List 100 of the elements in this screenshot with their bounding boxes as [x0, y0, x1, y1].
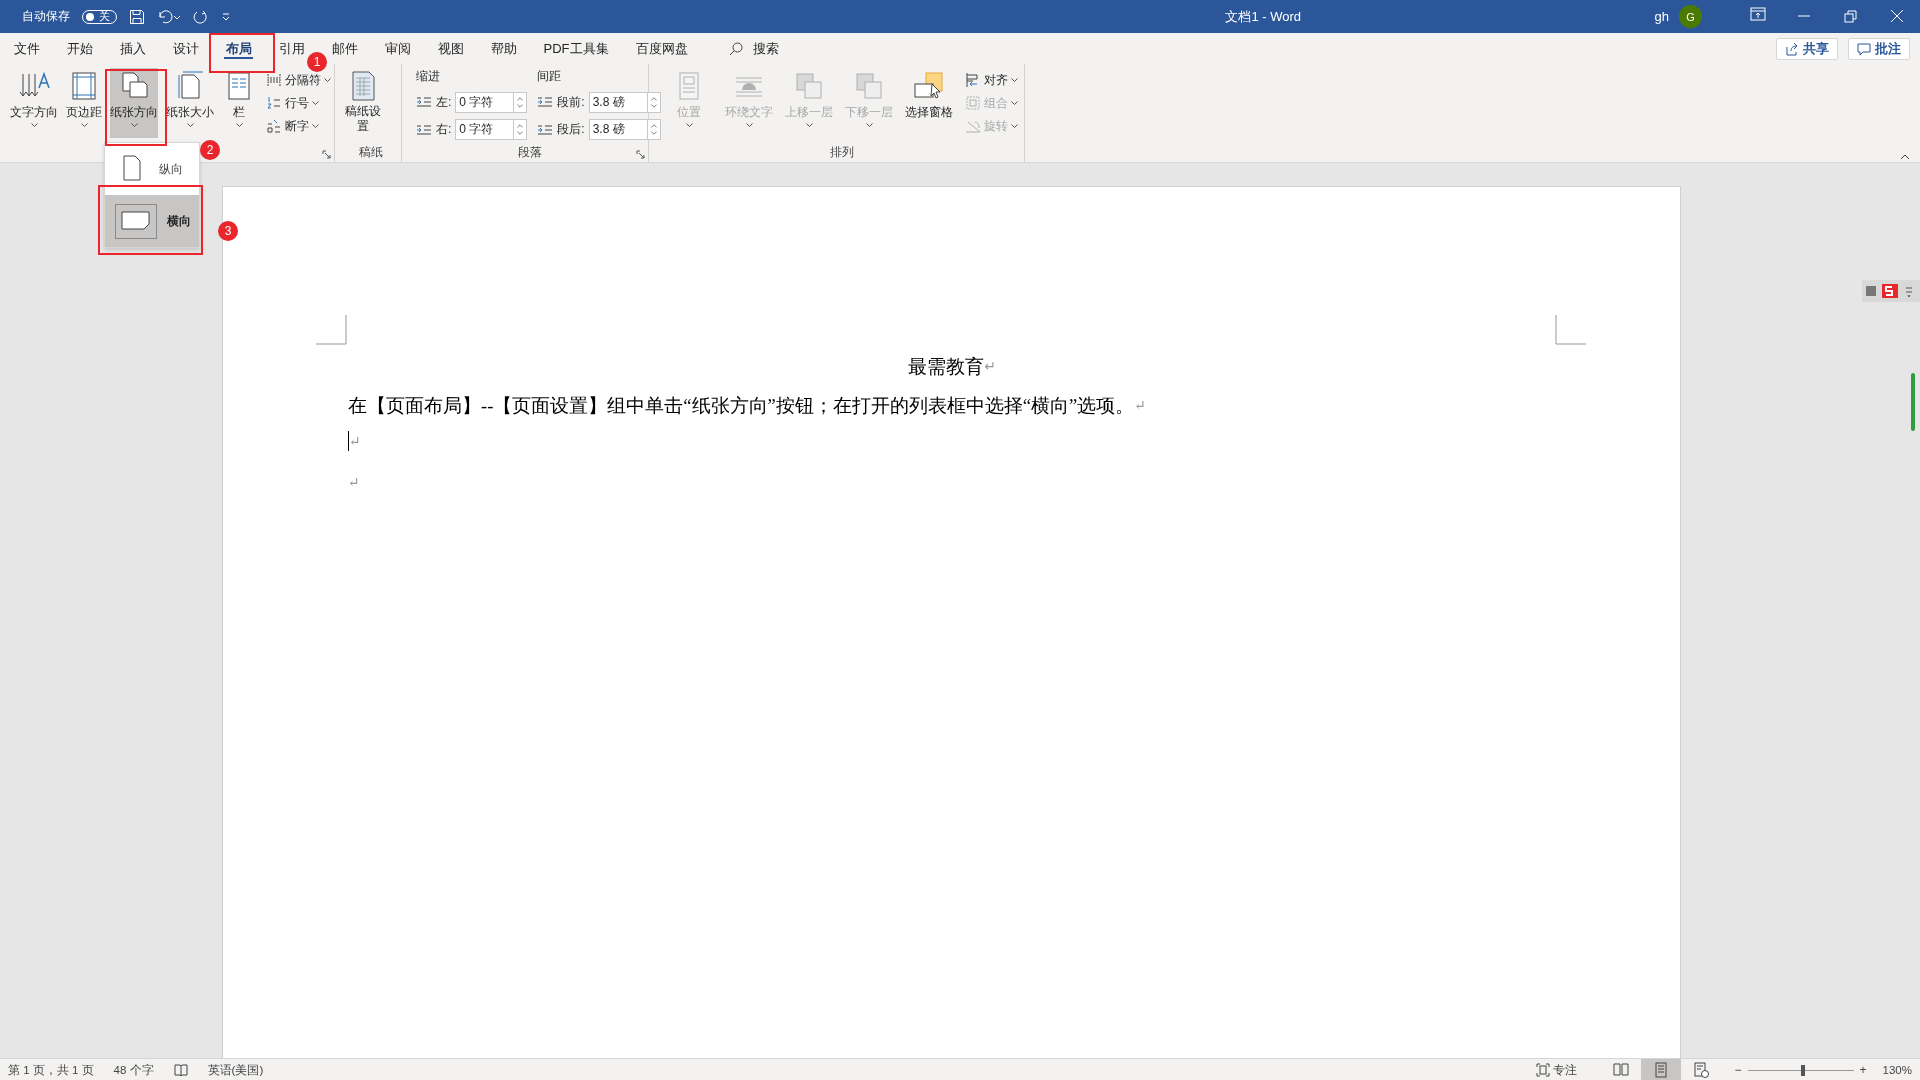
field-icon [537, 122, 554, 137]
menu-item[interactable]: 横向 [105, 195, 199, 247]
ribbon-button[interactable]: 纸张大小 [166, 68, 214, 138]
comment-icon [1857, 41, 1871, 56]
portrait-page-icon [121, 154, 143, 181]
ribbon-tab[interactable]: 设计 [159, 33, 212, 64]
document-heading: 最需教育 [908, 354, 985, 379]
page-count[interactable]: 第 1 页，共 1 页 [8, 1062, 94, 1078]
spacing-label: 间距 [537, 68, 563, 85]
share-icon [1785, 41, 1799, 56]
ribbon-button[interactable]: 栏 [222, 68, 256, 138]
hyphenation-icon [266, 118, 282, 134]
autosave-label: 自动保存 [22, 8, 70, 25]
spin-field[interactable]: 0 字符 [455, 119, 514, 141]
ribbon-button[interactable]: 断字 [264, 116, 333, 136]
caret-icon [312, 101, 319, 105]
caret-icon [1011, 101, 1018, 105]
highlight-frame [209, 33, 275, 73]
ribbon-tab[interactable]: 开始 [53, 33, 106, 64]
field-icon [416, 95, 432, 110]
caret-icon [80, 123, 88, 127]
dialog-launcher-icon[interactable] [636, 150, 645, 159]
save-icon[interactable] [129, 8, 145, 25]
ribbon-tab[interactable]: 布局 [212, 33, 265, 64]
menu-item[interactable]: 纵向 [105, 143, 199, 195]
indent-label: 缩进 [416, 68, 441, 85]
print-view-button[interactable] [1640, 1059, 1681, 1080]
dialog-launcher-icon[interactable] [322, 150, 331, 159]
step-badge: 3 [218, 221, 238, 241]
redo-icon[interactable] [193, 8, 209, 25]
caret-icon [186, 123, 194, 127]
field-icon [537, 95, 554, 110]
ribbon-tab[interactable]: 视图 [424, 33, 477, 64]
search-label[interactable]: 搜索 [753, 39, 779, 58]
zoom-in-button[interactable]: + [1855, 1063, 1871, 1077]
zoom-thumb[interactable] [1800, 1064, 1805, 1076]
spinner-icon[interactable] [513, 91, 528, 113]
paragraph-mark: ↵ [348, 473, 360, 491]
word-count[interactable]: 48 个字 [113, 1062, 154, 1078]
ribbon-button[interactable]: 选择窗格 [903, 68, 955, 138]
caret-icon [745, 123, 753, 127]
spin-field[interactable]: 3.8 磅 [588, 119, 647, 141]
ribbon-button[interactable]: 分隔符 [264, 70, 333, 90]
spin-field[interactable]: 3.8 磅 [588, 91, 647, 113]
field-label: 段后: [557, 121, 585, 139]
align-icon [965, 72, 981, 88]
customize-icon[interactable] [221, 11, 231, 22]
user-name: gh [1654, 9, 1669, 24]
scroll-thumb[interactable] [1911, 373, 1915, 431]
caret-icon [805, 123, 813, 127]
field-label: 左: [436, 93, 452, 111]
proofing-icon[interactable] [173, 1063, 188, 1077]
spin-field[interactable]: 0 字符 [455, 91, 514, 113]
undo-icon[interactable] [157, 8, 181, 25]
focus-icon [1535, 1063, 1550, 1077]
language-status[interactable]: 英语(美国) [207, 1062, 264, 1078]
field-icon [416, 122, 432, 137]
group-icon [965, 95, 981, 111]
ribbon-button[interactable]: 纸张方向 [110, 68, 158, 138]
user-avatar[interactable]: G [1679, 5, 1702, 28]
comments-button[interactable]: 批注 [1848, 37, 1910, 60]
margin-mark [316, 315, 347, 345]
zoom-out-button[interactable]: − [1730, 1063, 1746, 1077]
group-label: 稿纸 [359, 144, 383, 161]
caret-icon [312, 124, 319, 128]
collapse-ribbon-icon[interactable] [1900, 154, 1910, 160]
print-view-icon [1652, 1062, 1669, 1078]
selection-pane-icon [912, 70, 946, 102]
paragraph-mark: ↵ [349, 432, 361, 450]
spinner-icon[interactable] [513, 119, 528, 141]
ribbon-button[interactable]: 页边距 [66, 68, 102, 138]
ribbon-button[interactable]: 对齐 [963, 70, 1020, 90]
margin-mark [1555, 315, 1586, 345]
read-view-icon [1612, 1062, 1629, 1078]
field-label: 段前: [557, 93, 585, 111]
landscape-page-icon [121, 208, 151, 231]
ribbon-button[interactable]: 行号 [264, 93, 333, 113]
ribbon-tab[interactable]: 文件 [0, 33, 53, 64]
ribbon-tab[interactable]: 百度网盘 [622, 33, 701, 64]
draft-settings-button[interactable]: 稿纸设置 [345, 68, 381, 138]
ribbon-tab[interactable]: 帮助 [477, 33, 530, 64]
search-icon[interactable] [729, 41, 743, 56]
ribbon-tab[interactable]: 插入 [106, 33, 159, 64]
web-view-icon [1692, 1062, 1709, 1078]
zoom-level[interactable]: 130% [1882, 1064, 1912, 1076]
caret-icon [1011, 124, 1018, 128]
caret-icon [235, 123, 243, 127]
ribbon-button[interactable]: 文字方向 [10, 68, 58, 138]
paragraph-mark: ↵ [984, 358, 996, 374]
share-button[interactable]: 共享 [1776, 37, 1838, 60]
ime-toolbar-icon[interactable] [1862, 280, 1920, 302]
group-label: 排列 [828, 144, 855, 161]
focus-button[interactable]: 专注 [1529, 1061, 1583, 1079]
caret-icon [130, 123, 138, 127]
caret-icon [685, 123, 693, 127]
field-label: 右: [436, 121, 452, 139]
ribbon-tab[interactable]: PDF工具集 [530, 33, 622, 64]
caret-icon [865, 123, 873, 127]
ribbon-tab[interactable]: 审阅 [371, 33, 424, 64]
line-numbers-icon [266, 95, 282, 111]
